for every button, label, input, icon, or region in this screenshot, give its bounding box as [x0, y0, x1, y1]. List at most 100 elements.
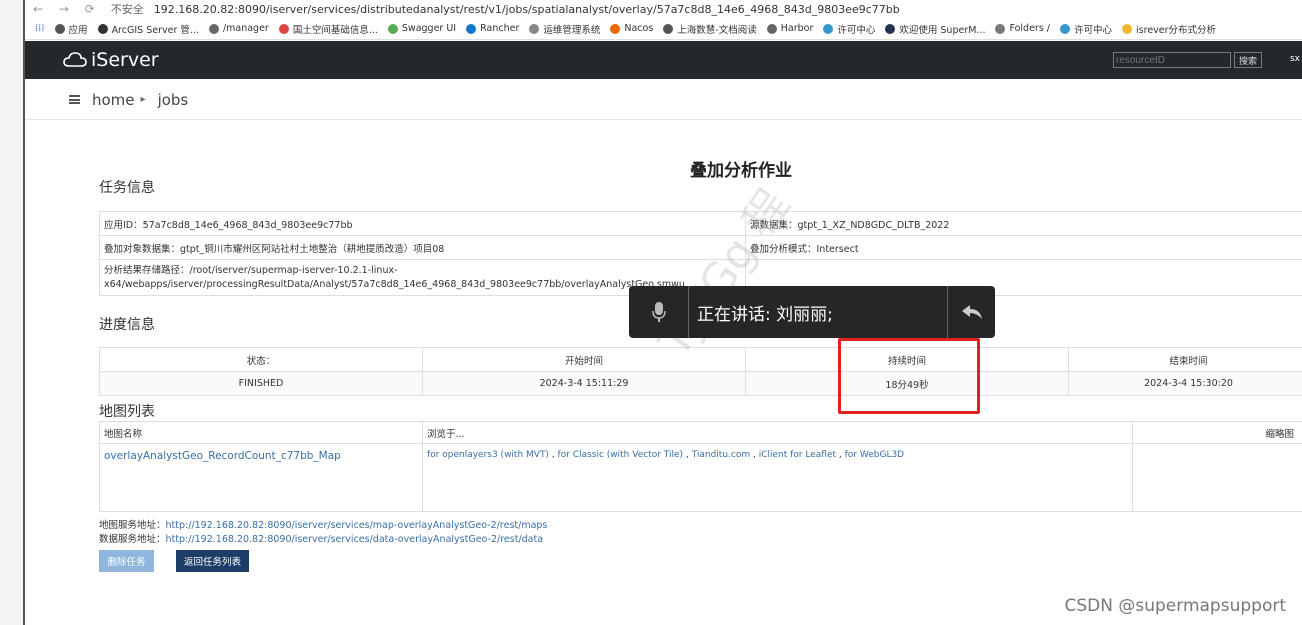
app-header: iServer 搜索 sx [25, 41, 1302, 79]
voice-overlay: 正在讲话: 刘丽丽; [629, 286, 995, 338]
overlay-mode-cell: 叠加分析模式：Intersect [745, 235, 1302, 260]
search-area: 搜索 [1113, 52, 1262, 68]
bookmark-favicon-icon [1122, 23, 1133, 34]
bookmark-item[interactable]: 许可中心 [823, 22, 875, 36]
bookmark-label: Rancher [480, 23, 520, 34]
search-button[interactable]: 搜索 [1234, 52, 1262, 68]
task-info-table: 应用ID：57a7c8d8_14e6_4968_843d_9803ee9c77b… [99, 211, 1302, 296]
link-sep: , [548, 450, 558, 460]
progress-table: 状态： 开始时间 持续时间 结束时间 FINISHED 2024-3-4 15:… [99, 347, 1302, 396]
link-webgl3d[interactable]: for WebGL3D [845, 450, 905, 460]
back-forward-reload-icons[interactable]: ← → ⟳ [33, 2, 101, 16]
breadcrumb-home[interactable]: home [92, 91, 135, 109]
page: ← → ⟳ 不安全 192.168.20.82:8090/iserver/ser… [0, 0, 1302, 625]
breadcrumb-separator-icon: ▸ [140, 94, 146, 105]
bookmark-label: /manager [222, 23, 269, 34]
map-name-header: 地图名称 [99, 421, 423, 444]
bookmark-favicon-icon [97, 23, 108, 34]
source-dataset-cell: 源数据集：gtpt_1_XZ_ND8GDC_DLTB_2022 [745, 211, 1302, 236]
bookmark-item[interactable]: Rancher [466, 23, 519, 34]
bookmark-favicon-icon [529, 23, 540, 34]
apps-grid-icon[interactable]: ⁞⁞⁞ [35, 23, 45, 34]
resource-id-input[interactable] [1113, 52, 1231, 68]
bookmark-favicon-icon [54, 23, 65, 34]
bookmark-label: 欢迎使用 SuperM... [899, 24, 986, 36]
task-info-heading: 任务信息 [99, 180, 155, 196]
bookmark-item[interactable]: 上海数慧-文档阅读 [663, 22, 757, 36]
map-list-table: 地图名称 浏览于... 缩略图 overlayAnalystGeo_Record… [99, 421, 1302, 512]
bookmark-item[interactable]: 欢迎使用 SuperM... [885, 22, 985, 36]
bookmark-label: Swagger UI [401, 23, 457, 34]
bookmark-item[interactable]: 应用 [54, 22, 88, 36]
insecure-label: 不安全 [110, 3, 144, 16]
start-time-header: 开始时间 [422, 347, 746, 372]
bookmark-item[interactable]: isrever分布式分析 [1122, 22, 1216, 36]
map-service-label: 地图服务地址： [99, 520, 166, 531]
page-title: 叠加分析作业 [690, 161, 792, 181]
start-time-value: 2024-3-4 15:11:29 [422, 371, 746, 396]
bookmark-item[interactable]: 许可中心 [1060, 22, 1112, 36]
bookmark-favicon-icon [387, 23, 398, 34]
data-service-link[interactable]: http://192.168.20.82:8090/iserver/servic… [166, 534, 544, 545]
link-sep: , [683, 450, 692, 460]
back-to-list-button[interactable]: 返回任务列表 [176, 550, 249, 572]
service-urls: 地图服务地址：http://192.168.20.82:8090/iserver… [99, 519, 547, 547]
link-openlayers3[interactable]: for openlayers3 (with MVT) [427, 450, 549, 460]
bookmark-item[interactable]: Nacos [610, 23, 653, 34]
microphone-icon[interactable] [629, 286, 689, 338]
iserver-logo[interactable]: iServer [63, 49, 159, 71]
bookmark-label: 运维管理系统 [543, 24, 601, 36]
bookmark-favicon-icon [610, 23, 621, 34]
breadcrumb: home ▸ jobs [25, 80, 1302, 120]
map-name-link[interactable]: overlayAnalystGeo_RecordCount_c77bb_Map [99, 443, 423, 512]
bookmark-label: 许可中心 [1074, 24, 1113, 36]
end-time-header: 结束时间 [1068, 347, 1302, 372]
bookmark-favicon-icon [823, 23, 834, 34]
link-tianditu[interactable]: Tianditu.com [692, 450, 750, 460]
bookmark-item[interactable]: /manager [208, 23, 269, 34]
bookmark-item[interactable]: Harbor [766, 23, 813, 34]
bookmark-item[interactable]: Swagger UI [387, 23, 457, 34]
bookmark-favicon-icon [1060, 23, 1071, 34]
bookmark-favicon-icon [995, 23, 1006, 34]
return-arrow-icon[interactable] [947, 286, 995, 338]
link-classic[interactable]: for Classic (with Vector Tile) [558, 450, 684, 460]
url-text[interactable]: 192.168.20.82:8090/iserver/services/dist… [154, 3, 900, 16]
csdn-attribution: CSDN @supermapsupport [1064, 596, 1286, 616]
link-sep: , [836, 450, 845, 460]
bookmark-item[interactable]: 国土空间基础信息... [278, 22, 378, 36]
bookmark-label: Nacos [624, 23, 654, 34]
progress-heading: 进度信息 [99, 317, 155, 333]
bookmark-item[interactable]: Folders / [995, 23, 1050, 34]
status-value: FINISHED [99, 371, 423, 396]
map-service-link[interactable]: http://192.168.20.82:8090/iserver/servic… [166, 520, 548, 531]
bookmark-favicon-icon [208, 23, 219, 34]
app-id-cell: 应用ID：57a7c8d8_14e6_4968_843d_9803ee9c77b… [99, 211, 746, 236]
bookmark-favicon-icon [466, 23, 477, 34]
delete-task-button[interactable]: 删除任务 [99, 550, 154, 572]
bookmark-label: 上海数慧-文档阅读 [677, 24, 757, 36]
voice-overlay-text: 正在讲话: 刘丽丽; [697, 304, 833, 325]
link-leaflet[interactable]: iClient for Leaflet [759, 450, 836, 460]
logo-text: iServer [91, 49, 159, 71]
end-time-value: 2024-3-4 15:30:20 [1068, 371, 1302, 396]
bookmark-item[interactable]: 运维管理系统 [529, 22, 600, 36]
thumbnail-header: 缩略图 [1132, 421, 1302, 444]
bookmark-label: 国土空间基础信息... [292, 24, 378, 36]
breadcrumb-jobs[interactable]: jobs [158, 91, 189, 109]
menu-icon[interactable] [69, 95, 80, 104]
thumbnail-cell [1132, 443, 1302, 512]
bookmark-label: 应用 [68, 24, 88, 36]
address-bar[interactable]: ← → ⟳ 不安全 192.168.20.82:8090/iserver/ser… [25, 0, 1302, 18]
map-list-heading: 地图列表 [99, 404, 155, 420]
user-fragment[interactable]: sx [1290, 54, 1300, 64]
cloud-icon [63, 52, 87, 67]
bookmark-label: isrever分布式分析 [1136, 24, 1217, 36]
bookmark-favicon-icon [663, 23, 674, 34]
link-sep: , [750, 450, 759, 460]
status-header: 状态： [99, 347, 423, 372]
browse-links-cell: for openlayers3 (with MVT) , for Classic… [422, 443, 1133, 512]
bookmark-label: Folders / [1009, 23, 1051, 34]
bookmark-item[interactable]: ArcGIS Server 管... [97, 22, 199, 36]
highlight-box [838, 338, 980, 414]
